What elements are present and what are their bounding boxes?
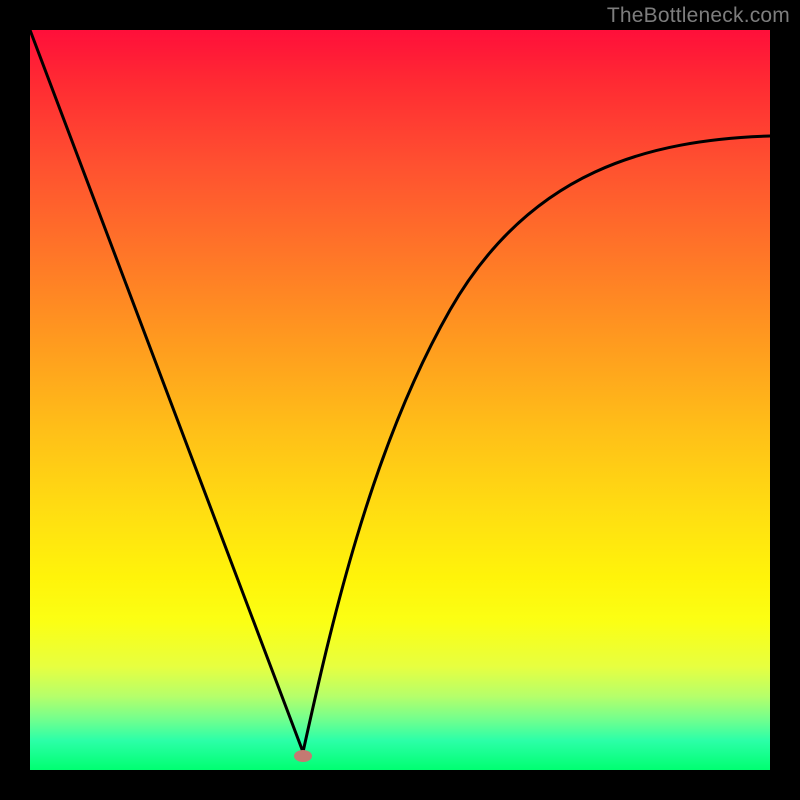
curve-right-branch — [303, 136, 770, 752]
plot-area — [30, 30, 770, 770]
minimum-marker — [294, 750, 312, 762]
watermark-text: TheBottleneck.com — [607, 4, 790, 28]
chart-stage: TheBottleneck.com — [0, 0, 800, 800]
curve-left-branch — [30, 30, 303, 752]
bottleneck-curve — [30, 30, 770, 770]
